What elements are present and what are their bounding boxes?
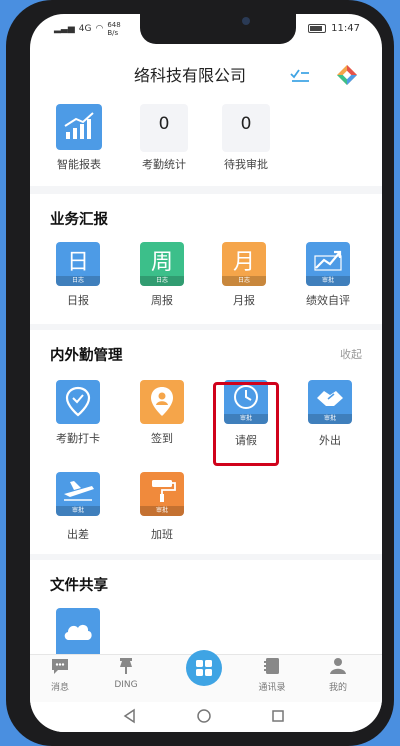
attendance-count: 0	[158, 114, 170, 134]
performance-review-button[interactable]: 审批	[306, 242, 350, 286]
location-pin-icon	[65, 386, 91, 417]
airplane-icon	[64, 481, 94, 501]
attendance-section-title: 内外勤管理	[50, 348, 123, 364]
attendance-stats-button[interactable]: 0	[140, 104, 188, 152]
weekly-report-button[interactable]: 周 日志	[140, 242, 184, 286]
brand-diamond-icon[interactable]	[336, 64, 358, 90]
sign-in-button[interactable]	[140, 380, 184, 424]
business-trip-tag: 审批	[56, 506, 100, 516]
phone-screen: ▂▃▅ 4G ◠ 648 B/s 60 11:47 络科技有限公司	[30, 14, 382, 732]
go-out-button[interactable]: 审批	[308, 380, 352, 424]
collapse-link[interactable]: 收起	[340, 346, 362, 362]
cloud-icon	[64, 624, 92, 640]
overtime-button[interactable]: 审批	[140, 472, 184, 516]
performance-review-label: 绩效自评	[306, 294, 350, 307]
status-time: 11:47	[331, 23, 360, 34]
performance-tag: 审批	[306, 276, 350, 286]
clock-in-button[interactable]	[56, 380, 100, 424]
signal-icon: ▂▃▅	[54, 24, 75, 34]
home-icon[interactable]	[196, 708, 212, 724]
pin-icon	[120, 658, 132, 674]
handshake-icon	[317, 391, 343, 406]
company-title[interactable]: 络科技有限公司	[134, 62, 246, 86]
go-out-label: 外出	[319, 434, 341, 447]
tab-ding-label: DING	[114, 680, 138, 690]
wifi-icon: ◠	[95, 24, 104, 34]
person-icon	[330, 658, 346, 674]
pending-approval-label: 待我审批	[224, 158, 268, 171]
monthly-tag: 日志	[222, 276, 266, 286]
overtime-label: 加班	[151, 528, 173, 541]
person-pin-icon	[151, 387, 173, 416]
tab-messages[interactable]: 消息	[30, 657, 90, 693]
tab-contacts-label: 通讯录	[258, 683, 286, 693]
smart-report-label: 智能报表	[57, 158, 101, 171]
phone-frame: ▂▃▅ 4G ◠ 648 B/s 60 11:47 络科技有限公司	[6, 0, 394, 746]
highlight-box	[213, 382, 279, 466]
business-section-title: 业务汇报	[50, 212, 108, 228]
daily-report-label: 日报	[67, 294, 89, 307]
business-trip-label: 出差	[67, 528, 89, 541]
net-speed-value: 648	[107, 21, 121, 29]
section-divider	[30, 554, 382, 560]
battery-icon	[308, 24, 327, 33]
monthly-report-button[interactable]: 月 日志	[222, 242, 266, 286]
tab-profile-label: 我的	[328, 683, 347, 693]
grid-icon	[196, 660, 212, 676]
attendance-stats-label: 考勤统计	[142, 158, 186, 171]
back-icon[interactable]	[122, 708, 138, 724]
contacts-icon	[264, 658, 279, 674]
tab-ding[interactable]: DING	[96, 657, 156, 690]
front-camera	[242, 17, 250, 25]
overtime-tag: 审批	[140, 506, 184, 516]
trend-up-icon	[314, 250, 342, 271]
clock-in-label: 考勤打卡	[56, 432, 100, 445]
notch	[140, 14, 296, 44]
system-nav-bar	[30, 702, 382, 732]
app-header: 络科技有限公司	[30, 58, 382, 92]
workbench-button[interactable]	[186, 650, 222, 686]
pending-approval-button[interactable]: 0	[222, 104, 270, 152]
business-trip-button[interactable]: 审批	[56, 472, 100, 516]
recents-icon[interactable]	[270, 708, 286, 724]
net-speed: 648 B/s	[107, 21, 120, 37]
section-divider	[30, 186, 382, 194]
cloud-files-button[interactable]	[56, 608, 100, 654]
status-bar-left: ▂▃▅ 4G ◠ 648 B/s	[54, 21, 121, 37]
monthly-report-label: 月报	[233, 294, 255, 307]
approval-count: 0	[240, 114, 252, 134]
daily-report-button[interactable]: 日 日志	[56, 242, 100, 286]
paint-roller-icon	[152, 480, 176, 502]
daily-tag: 日志	[56, 276, 100, 286]
page: ▂▃▅ 4G ◠ 648 B/s 60 11:47 络科技有限公司	[0, 0, 400, 746]
go-out-tag: 审批	[308, 414, 352, 424]
section-divider	[30, 324, 382, 330]
tab-messages-label: 消息	[50, 683, 69, 693]
status-bar-right: 60 11:47	[308, 23, 360, 34]
bar-chart-icon	[64, 112, 94, 139]
network-label: 4G	[78, 24, 92, 34]
files-section-title: 文件共享	[50, 578, 108, 594]
weekly-report-label: 周报	[151, 294, 173, 307]
tab-contacts[interactable]: 通讯录	[242, 657, 302, 693]
smart-report-button[interactable]	[56, 104, 102, 150]
todo-check-icon[interactable]	[290, 68, 310, 88]
weekly-tag: 日志	[140, 276, 184, 286]
message-icon	[52, 659, 68, 674]
sign-in-label: 签到	[151, 432, 173, 445]
tab-profile[interactable]: 我的	[308, 657, 368, 693]
net-speed-unit: B/s	[107, 29, 119, 37]
